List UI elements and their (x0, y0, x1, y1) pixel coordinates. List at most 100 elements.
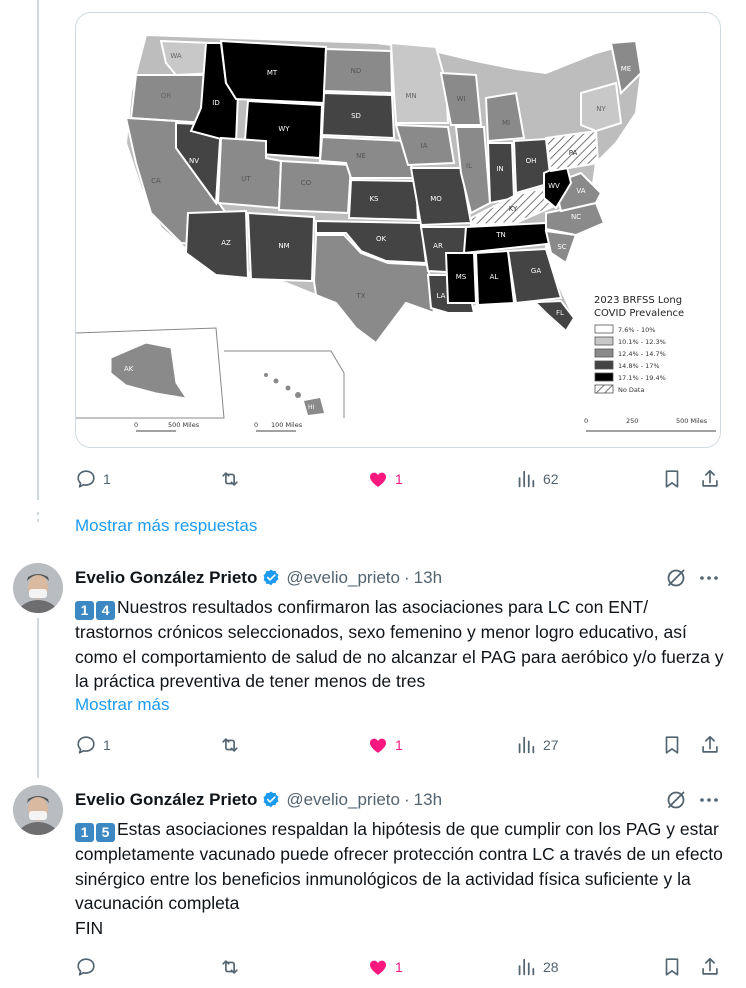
svg-text:WI: WI (457, 95, 466, 103)
views-count: 28 (543, 959, 559, 975)
svg-text:PA: PA (569, 149, 578, 157)
svg-text:14.8% - 17%: 14.8% - 17% (618, 362, 660, 370)
svg-text:MN: MN (405, 92, 416, 100)
svg-text:SC: SC (557, 243, 566, 251)
svg-text:OH: OH (526, 157, 537, 165)
svg-text:NE: NE (356, 152, 366, 160)
svg-text:LA: LA (437, 292, 446, 300)
heart-icon (369, 960, 387, 975)
author-handle[interactable]: @evelio_prieto (286, 790, 400, 810)
author-name[interactable]: Evelio González Prieto (75, 790, 257, 810)
svg-text:2023 BRFSS Long: 2023 BRFSS Long (594, 295, 682, 306)
state-ks (347, 178, 420, 222)
svg-text:17.1% - 19.4%: 17.1% - 19.4% (618, 374, 666, 382)
svg-text:TX: TX (355, 292, 365, 300)
svg-text:ID: ID (212, 99, 219, 107)
state-co (277, 159, 353, 215)
map-image[interactable]: WA MT ID WY OR CA NV UT CO AZ NM ND SD N… (75, 12, 721, 448)
show-more-replies-link[interactable]: Mostrar más respuestas (75, 516, 257, 536)
svg-text:MO: MO (430, 195, 442, 203)
svg-text:KY: KY (509, 205, 518, 213)
timestamp[interactable]: 13h (414, 568, 442, 588)
svg-text:IN: IN (496, 165, 503, 173)
like-button[interactable]: 1 (367, 467, 403, 491)
like-count: 1 (395, 959, 403, 975)
verified-icon (263, 791, 279, 808)
like-button[interactable]: 1 (367, 955, 403, 979)
svg-text:HI: HI (308, 404, 315, 411)
svg-text:OR: OR (161, 92, 172, 100)
reply-button[interactable]: 1 (75, 467, 111, 491)
svg-text:7.6% - 10%: 7.6% - 10% (618, 326, 655, 334)
grok-icon[interactable] (664, 566, 688, 590)
svg-text:WV: WV (548, 182, 560, 190)
more-icon[interactable] (697, 788, 721, 812)
show-more-link[interactable]: Mostrar más (75, 695, 169, 715)
svg-text:0: 0 (584, 417, 588, 425)
post-text: 1 5 Estas asociaciones respaldan la hipóte… (75, 817, 727, 940)
share-button[interactable] (699, 955, 721, 979)
svg-text:CA: CA (151, 177, 161, 185)
share-button[interactable] (699, 733, 721, 757)
thread-line (37, 618, 39, 778)
views-button[interactable]: 62 (515, 467, 559, 491)
us-long-covid-map: WA MT ID WY OR CA NV UT CO AZ NM ND SD N… (76, 13, 720, 447)
svg-text:ME: ME (621, 65, 631, 73)
grok-icon[interactable] (664, 788, 688, 812)
like-button[interactable]: 1 (367, 733, 403, 757)
post-body: Nuestros resultados confirmaron las asoc… (75, 597, 724, 691)
svg-text:IA: IA (421, 142, 428, 150)
avatar[interactable] (13, 563, 63, 613)
thread-line-dot (37, 519, 39, 522)
author-handle[interactable]: @evelio_prieto (286, 568, 400, 588)
post-text: 1 4 Nuestros resultados confirmaron las as… (75, 595, 727, 694)
svg-text:AZ: AZ (221, 239, 231, 247)
avatar-image (13, 563, 63, 613)
repost-button[interactable] (219, 955, 247, 979)
svg-text:WY: WY (278, 125, 290, 133)
svg-text:GA: GA (531, 267, 541, 275)
views-button[interactable]: 28 (515, 955, 559, 979)
svg-text:COVID Prevalence: COVID Prevalence (594, 308, 684, 319)
views-icon (518, 958, 535, 976)
reply-button[interactable] (75, 955, 103, 979)
avatar[interactable] (13, 785, 63, 835)
repost-button[interactable] (219, 467, 247, 491)
post-header: Evelio González Prieto @evelio_prieto · … (75, 788, 442, 812)
bookmark-button[interactable] (661, 733, 683, 757)
views-button[interactable]: 27 (515, 733, 559, 757)
reply-button[interactable]: 1 (75, 733, 111, 757)
svg-text:NV: NV (189, 157, 199, 165)
svg-text:WA: WA (170, 52, 182, 60)
svg-text:UT: UT (241, 175, 251, 183)
svg-text:100 Miles: 100 Miles (271, 421, 303, 429)
views-count: 62 (543, 471, 559, 487)
keycap-emoji: 4 (96, 601, 115, 620)
bookmark-icon (665, 958, 679, 976)
verified-icon (263, 569, 279, 586)
svg-text:NY: NY (596, 105, 606, 113)
keycap-emoji: 1 (75, 601, 94, 620)
svg-text:OK: OK (376, 235, 387, 243)
svg-text:FL: FL (556, 309, 564, 317)
author-name[interactable]: Evelio González Prieto (75, 568, 257, 588)
svg-text:500 Miles: 500 Miles (676, 417, 708, 425)
more-icon[interactable] (697, 566, 721, 590)
svg-text:12.4% - 14.7%: 12.4% - 14.7% (618, 350, 666, 358)
repost-button[interactable] (219, 733, 247, 757)
svg-text:250: 250 (626, 417, 638, 425)
reply-count: 1 (103, 737, 111, 753)
svg-text:MI: MI (502, 119, 510, 127)
post-body-end: FIN (75, 917, 104, 938)
svg-text:0: 0 (254, 421, 258, 429)
timestamp[interactable]: 13h (414, 790, 442, 810)
post-actions: 1 1 27 (75, 733, 725, 757)
reply-icon (77, 736, 95, 754)
like-count: 1 (395, 737, 403, 753)
bookmark-button[interactable] (661, 467, 683, 491)
share-button[interactable] (699, 467, 721, 491)
separator: · (403, 790, 410, 809)
repost-icon (222, 738, 238, 752)
bookmark-button[interactable] (661, 955, 683, 979)
keycap-emoji: 1 (75, 823, 94, 842)
